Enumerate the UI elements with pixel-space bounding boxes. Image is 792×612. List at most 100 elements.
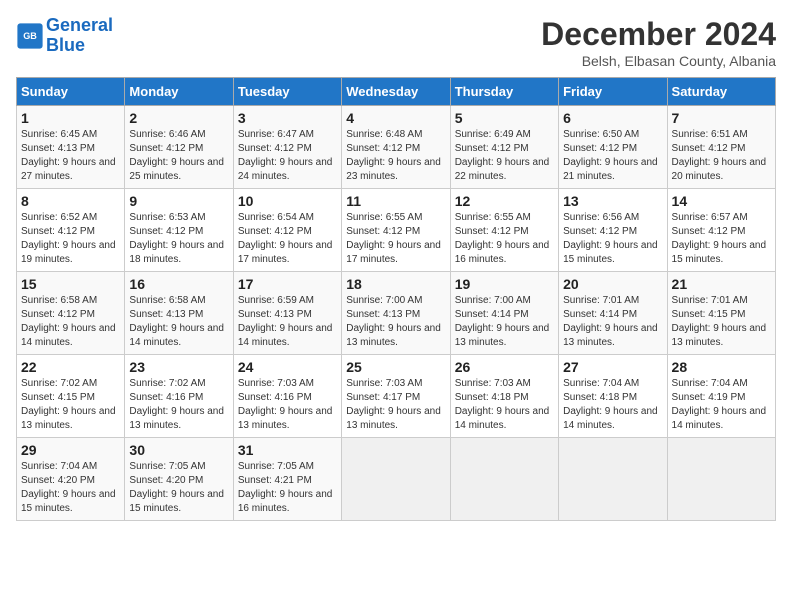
day-number: 7	[672, 110, 771, 126]
calendar-day: 24Sunrise: 7:03 AM Sunset: 4:16 PM Dayli…	[233, 355, 341, 438]
calendar-day: 8Sunrise: 6:52 AM Sunset: 4:12 PM Daylig…	[17, 189, 125, 272]
day-info: Sunrise: 6:59 AM Sunset: 4:13 PM Dayligh…	[238, 294, 337, 350]
calendar-day: 2 Sunrise: 6:46 AM Sunset: 4:12 PM Daylig…	[125, 106, 233, 189]
day-info: Sunrise: 6:58 AM Sunset: 4:12 PM Dayligh…	[21, 294, 120, 350]
day-number: 18	[346, 276, 445, 292]
day-number: 13	[563, 193, 662, 209]
day-number: 23	[129, 359, 228, 375]
calendar-day: 19Sunrise: 7:00 AM Sunset: 4:14 PM Dayli…	[450, 272, 558, 355]
calendar-week-2: 15 Sunrise: 6:58 AM Sunset: 4:12 PM Dayli…	[17, 272, 776, 355]
day-info: Sunrise: 7:05 AM Sunset: 4:21 PM Dayligh…	[238, 460, 337, 516]
day-number: 21	[672, 276, 771, 292]
location-subtitle: Belsh, Elbasan County, Albania	[541, 53, 776, 69]
title-area: December 2024 Belsh, Elbasan County, Alb…	[541, 16, 776, 69]
day-number: 12	[455, 193, 554, 209]
day-info: Sunrise: 7:00 AM Sunset: 4:13 PM Dayligh…	[346, 294, 445, 350]
day-number: 27	[563, 359, 662, 375]
day-info: Sunrise: 7:01 AM Sunset: 4:14 PM Dayligh…	[563, 294, 662, 350]
calendar-day	[450, 438, 558, 521]
day-number: 6	[563, 110, 662, 126]
calendar-day: 31Sunrise: 7:05 AM Sunset: 4:21 PM Dayli…	[233, 438, 341, 521]
day-info: Sunrise: 7:05 AM Sunset: 4:20 PM Dayligh…	[129, 460, 228, 516]
header-thursday: Thursday	[450, 78, 558, 106]
calendar-day: 23 Sunrise: 7:02 AM Sunset: 4:16 PM Dayli…	[125, 355, 233, 438]
calendar-day: 17 Sunrise: 6:59 AM Sunset: 4:13 PM Dayli…	[233, 272, 341, 355]
day-info: Sunrise: 6:47 AM Sunset: 4:12 PM Dayligh…	[238, 128, 337, 184]
calendar-day: 12 Sunrise: 6:55 AM Sunset: 4:12 PM Dayli…	[450, 189, 558, 272]
day-number: 4	[346, 110, 445, 126]
day-number: 28	[672, 359, 771, 375]
day-info: Sunrise: 6:55 AM Sunset: 4:12 PM Dayligh…	[455, 211, 554, 267]
day-number: 1	[21, 110, 120, 126]
page-header: GB General Blue December 2024 Belsh, Elb…	[16, 16, 776, 69]
calendar-table: SundayMondayTuesdayWednesdayThursdayFrid…	[16, 77, 776, 521]
svg-text:GB: GB	[23, 31, 37, 41]
day-info: Sunrise: 6:56 AM Sunset: 4:12 PM Dayligh…	[563, 211, 662, 267]
calendar-day: 25Sunrise: 7:03 AM Sunset: 4:17 PM Dayli…	[342, 355, 450, 438]
day-info: Sunrise: 7:02 AM Sunset: 4:15 PM Dayligh…	[21, 377, 120, 433]
logo-line2: Blue	[46, 35, 85, 55]
calendar-day	[667, 438, 775, 521]
calendar-day: 6 Sunrise: 6:50 AM Sunset: 4:12 PM Daylig…	[559, 106, 667, 189]
calendar-week-4: 29Sunrise: 7:04 AM Sunset: 4:20 PM Dayli…	[17, 438, 776, 521]
day-number: 24	[238, 359, 337, 375]
day-info: Sunrise: 6:54 AM Sunset: 4:12 PM Dayligh…	[238, 211, 337, 267]
logo-line1: General	[46, 15, 113, 35]
header-sunday: Sunday	[17, 78, 125, 106]
day-number: 16	[129, 276, 228, 292]
day-number: 2	[129, 110, 228, 126]
day-number: 22	[21, 359, 120, 375]
header-wednesday: Wednesday	[342, 78, 450, 106]
calendar-day: 26Sunrise: 7:03 AM Sunset: 4:18 PM Dayli…	[450, 355, 558, 438]
day-info: Sunrise: 7:04 AM Sunset: 4:19 PM Dayligh…	[672, 377, 771, 433]
calendar-day: 27 Sunrise: 7:04 AM Sunset: 4:18 PM Dayli…	[559, 355, 667, 438]
day-number: 17	[238, 276, 337, 292]
day-number: 5	[455, 110, 554, 126]
calendar-day: 15 Sunrise: 6:58 AM Sunset: 4:12 PM Dayli…	[17, 272, 125, 355]
calendar-day: 29Sunrise: 7:04 AM Sunset: 4:20 PM Dayli…	[17, 438, 125, 521]
day-info: Sunrise: 7:04 AM Sunset: 4:18 PM Dayligh…	[563, 377, 662, 433]
day-number: 30	[129, 442, 228, 458]
day-number: 15	[21, 276, 120, 292]
day-number: 26	[455, 359, 554, 375]
day-info: Sunrise: 6:51 AM Sunset: 4:12 PM Dayligh…	[672, 128, 771, 184]
day-info: Sunrise: 6:48 AM Sunset: 4:12 PM Dayligh…	[346, 128, 445, 184]
month-title: December 2024	[541, 16, 776, 53]
calendar-day: 4 Sunrise: 6:48 AM Sunset: 4:12 PM Daylig…	[342, 106, 450, 189]
header-saturday: Saturday	[667, 78, 775, 106]
logo-icon: GB	[16, 22, 44, 50]
calendar-week-1: 8Sunrise: 6:52 AM Sunset: 4:12 PM Daylig…	[17, 189, 776, 272]
calendar-day: 21Sunrise: 7:01 AM Sunset: 4:15 PM Dayli…	[667, 272, 775, 355]
day-number: 25	[346, 359, 445, 375]
calendar-week-0: 1 Sunrise: 6:45 AM Sunset: 4:13 PM Daylig…	[17, 106, 776, 189]
day-number: 3	[238, 110, 337, 126]
calendar-day: 11 Sunrise: 6:55 AM Sunset: 4:12 PM Dayli…	[342, 189, 450, 272]
day-info: Sunrise: 6:58 AM Sunset: 4:13 PM Dayligh…	[129, 294, 228, 350]
calendar-day: 16 Sunrise: 6:58 AM Sunset: 4:13 PM Dayli…	[125, 272, 233, 355]
day-info: Sunrise: 7:00 AM Sunset: 4:14 PM Dayligh…	[455, 294, 554, 350]
calendar-day: 9Sunrise: 6:53 AM Sunset: 4:12 PM Daylig…	[125, 189, 233, 272]
day-info: Sunrise: 6:53 AM Sunset: 4:12 PM Dayligh…	[129, 211, 228, 267]
calendar-day: 22 Sunrise: 7:02 AM Sunset: 4:15 PM Dayli…	[17, 355, 125, 438]
day-info: Sunrise: 6:55 AM Sunset: 4:12 PM Dayligh…	[346, 211, 445, 267]
calendar-day: 28 Sunrise: 7:04 AM Sunset: 4:19 PM Dayli…	[667, 355, 775, 438]
calendar-day	[342, 438, 450, 521]
calendar-day: 1 Sunrise: 6:45 AM Sunset: 4:13 PM Daylig…	[17, 106, 125, 189]
calendar-day: 13 Sunrise: 6:56 AM Sunset: 4:12 PM Dayli…	[559, 189, 667, 272]
day-number: 14	[672, 193, 771, 209]
header-tuesday: Tuesday	[233, 78, 341, 106]
calendar-day: 30 Sunrise: 7:05 AM Sunset: 4:20 PM Dayli…	[125, 438, 233, 521]
day-info: Sunrise: 6:49 AM Sunset: 4:12 PM Dayligh…	[455, 128, 554, 184]
calendar-day: 20Sunrise: 7:01 AM Sunset: 4:14 PM Dayli…	[559, 272, 667, 355]
day-info: Sunrise: 6:46 AM Sunset: 4:12 PM Dayligh…	[129, 128, 228, 184]
day-number: 11	[346, 193, 445, 209]
calendar-day: 14Sunrise: 6:57 AM Sunset: 4:12 PM Dayli…	[667, 189, 775, 272]
day-info: Sunrise: 7:02 AM Sunset: 4:16 PM Dayligh…	[129, 377, 228, 433]
header-monday: Monday	[125, 78, 233, 106]
day-number: 29	[21, 442, 120, 458]
day-info: Sunrise: 6:45 AM Sunset: 4:13 PM Dayligh…	[21, 128, 120, 184]
header-friday: Friday	[559, 78, 667, 106]
calendar-week-3: 22 Sunrise: 7:02 AM Sunset: 4:15 PM Dayli…	[17, 355, 776, 438]
day-number: 8	[21, 193, 120, 209]
day-info: Sunrise: 6:50 AM Sunset: 4:12 PM Dayligh…	[563, 128, 662, 184]
